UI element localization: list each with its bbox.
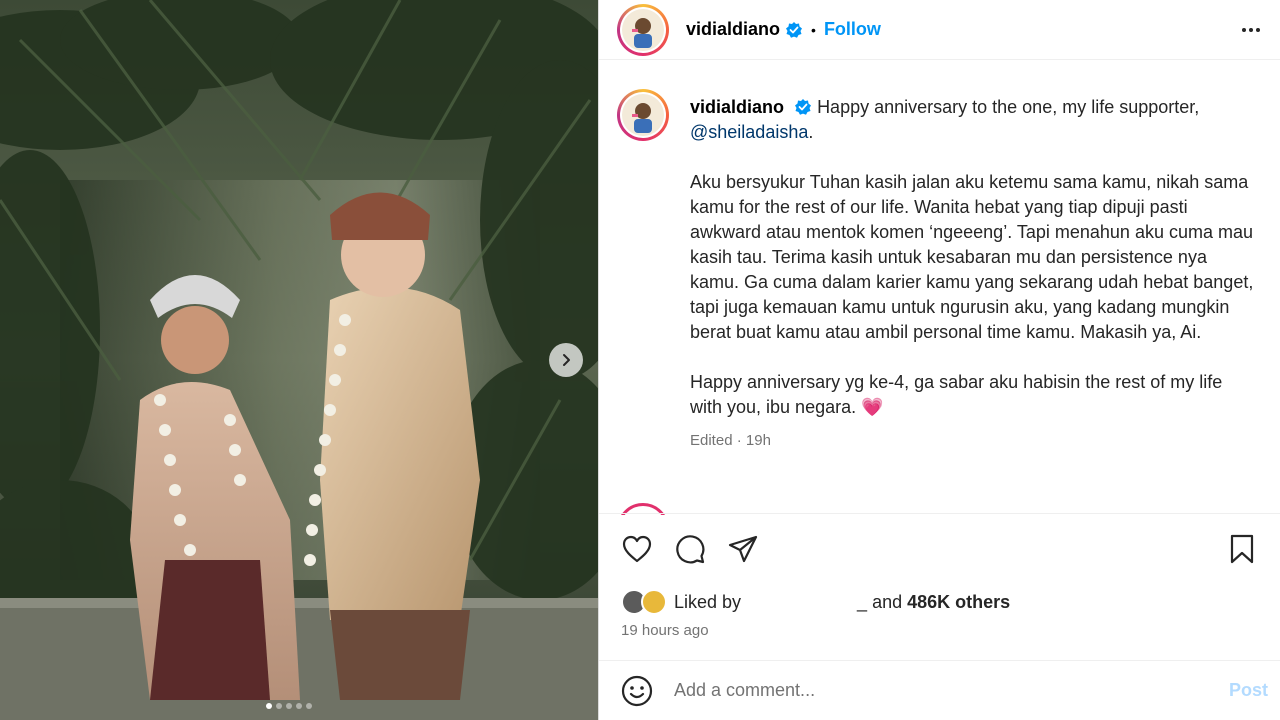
chevron-right-icon xyxy=(563,354,570,366)
caption-line-1: Happy anniversary to the one, my life su… xyxy=(817,97,1200,117)
post-media xyxy=(0,0,598,720)
heart-emoji: 💗 xyxy=(861,397,884,417)
mention-suffix: . xyxy=(808,122,814,142)
more-options-button[interactable] xyxy=(1240,19,1262,46)
caption-section: vidialdiano Happy anniversary to the one… xyxy=(617,89,1267,509)
mention-link[interactable]: @sheiladaisha xyxy=(690,122,808,142)
avatar-image xyxy=(622,8,664,51)
save-button[interactable] xyxy=(1228,534,1256,569)
carousel-indicator xyxy=(266,703,312,709)
carousel-dot xyxy=(286,703,292,709)
post-actions: Liked by _ and 486K others 19 hours ago xyxy=(599,513,1280,660)
caption-paragraph-2: Aku bersyukur Tuhan kasih jalan aku kete… xyxy=(690,172,1254,342)
post-header: vidialdiano • Follow xyxy=(599,0,1280,60)
verified-badge-icon xyxy=(794,98,812,116)
avatar[interactable] xyxy=(617,3,669,56)
bookmark-icon xyxy=(1230,534,1254,564)
caption-text: vidialdiano Happy anniversary to the one… xyxy=(690,95,1255,453)
next-slide-button[interactable] xyxy=(549,343,583,377)
post-timestamp[interactable]: 19 hours ago xyxy=(621,622,709,639)
follow-button[interactable]: Follow xyxy=(824,19,881,40)
edited-label: Edited xyxy=(690,432,733,449)
comment-icon xyxy=(676,535,705,564)
caption-avatar[interactable] xyxy=(617,89,669,141)
share-icon xyxy=(728,535,758,563)
more-horizontal-icon xyxy=(1242,28,1260,32)
comment-bar: Post xyxy=(599,660,1280,720)
share-button[interactable] xyxy=(727,534,759,569)
smiley-icon xyxy=(621,675,653,706)
comment-input[interactable] xyxy=(674,680,1194,701)
liker-name-trailing: _ xyxy=(857,591,868,612)
username-link[interactable]: vidialdiano xyxy=(686,19,780,40)
caption-paragraph-3: Happy anniversary yg ke-4, ga sabar aku … xyxy=(690,370,1255,420)
wedding-photo xyxy=(0,0,598,720)
caption-meta: Edited · 19h xyxy=(690,428,1255,453)
caption-username[interactable]: vidialdiano xyxy=(690,97,784,117)
carousel-dot xyxy=(266,703,272,709)
and-label: and xyxy=(872,591,903,612)
verified-badge-icon xyxy=(785,21,803,39)
separator-dot: • xyxy=(811,21,816,38)
meta-dot: · xyxy=(736,432,742,449)
likes-summary: Liked by _ and 486K others xyxy=(621,589,1010,615)
avatar-image xyxy=(622,94,664,136)
post-details-panel: vidialdiano • Follow vidialdiano Happy a… xyxy=(599,0,1280,720)
avatar[interactable] xyxy=(641,589,667,615)
post-comment-button[interactable]: Post xyxy=(1229,680,1268,701)
heart-icon xyxy=(622,535,652,563)
comment-button[interactable] xyxy=(674,534,706,569)
emoji-button[interactable] xyxy=(621,675,653,707)
carousel-dot xyxy=(276,703,282,709)
likes-count-link[interactable]: 486K others xyxy=(907,592,1010,613)
liker-avatars xyxy=(621,589,669,615)
like-button[interactable] xyxy=(621,534,653,569)
liked-by-label: Liked by xyxy=(674,591,742,612)
caption-time: 19h xyxy=(745,432,771,449)
carousel-dot xyxy=(306,703,312,709)
liker-name-obscured[interactable] xyxy=(745,596,853,608)
carousel-dot xyxy=(296,703,302,709)
caption-paragraph-3-text: Happy anniversary yg ke-4, ga sabar aku … xyxy=(690,372,1223,417)
